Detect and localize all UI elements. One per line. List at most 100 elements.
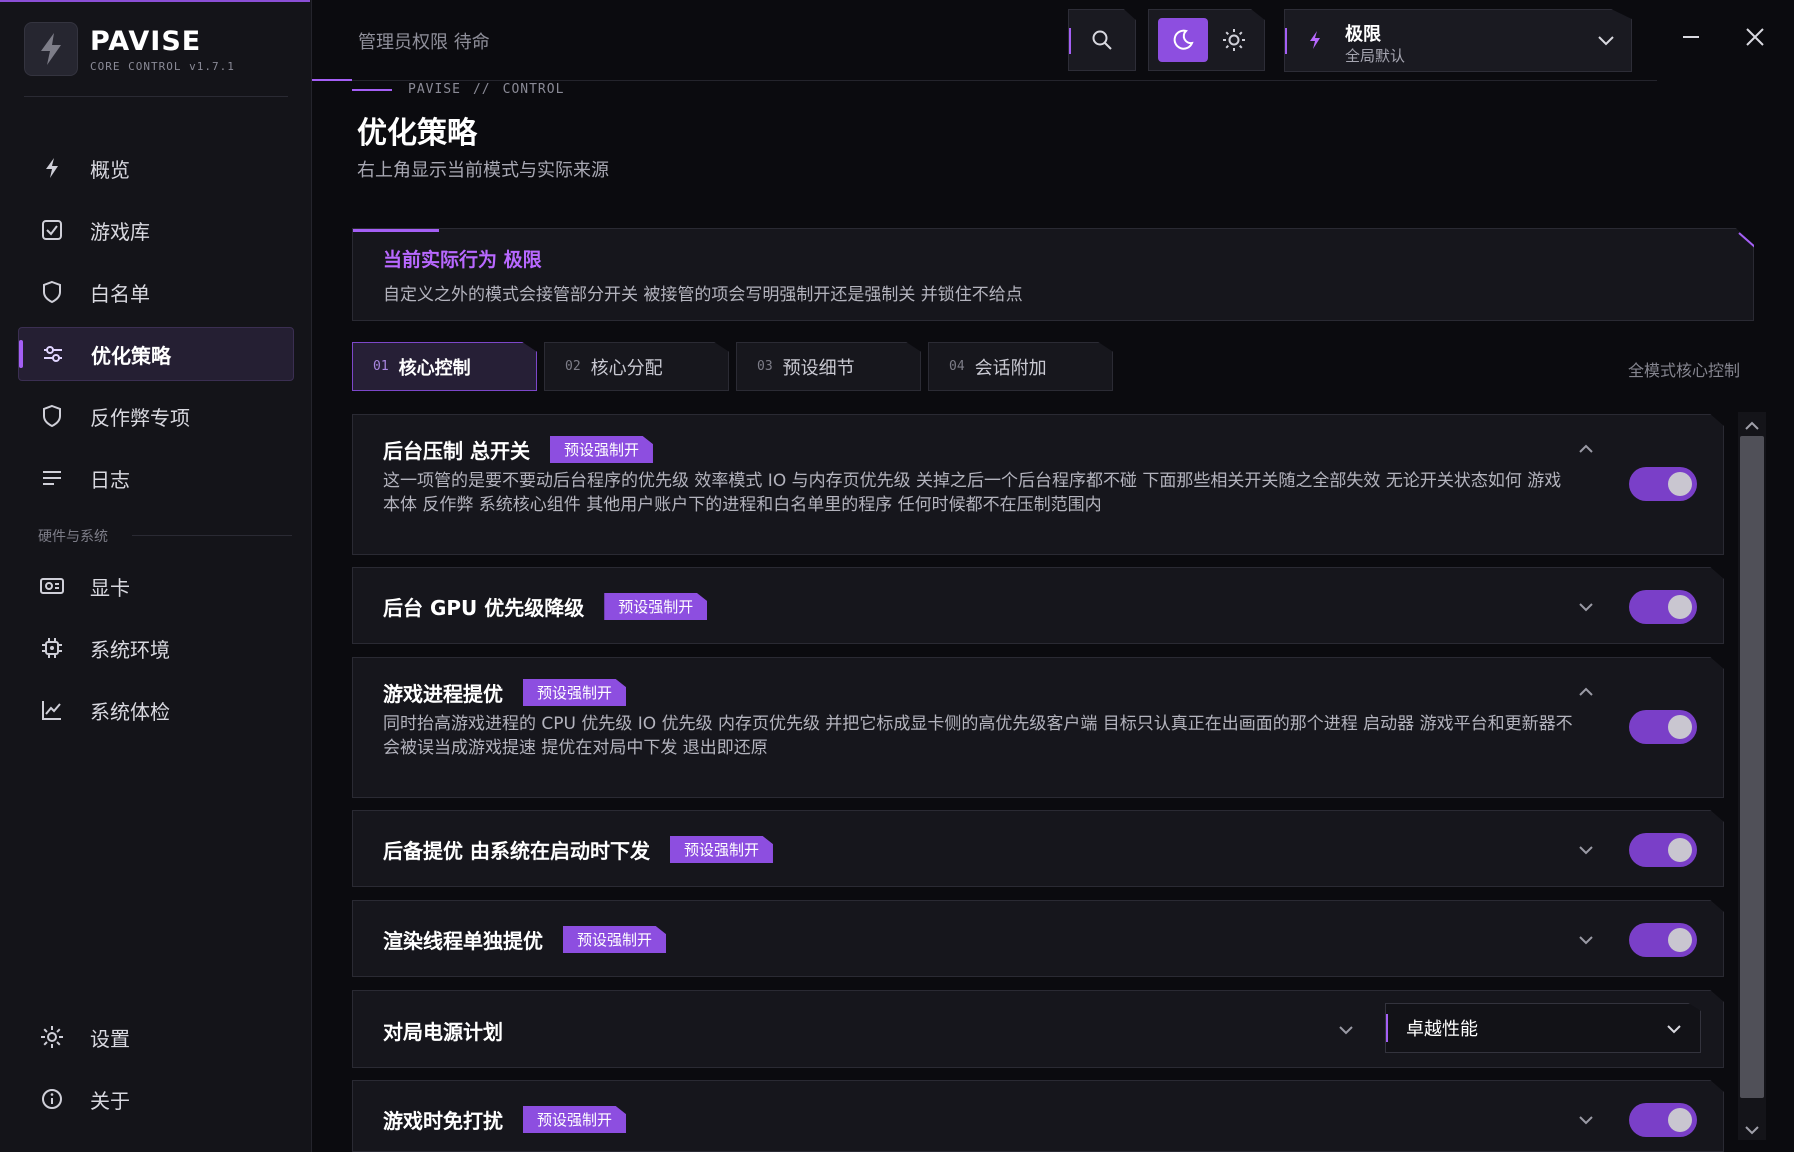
sidebar-item-system-env[interactable]: 系统环境	[18, 621, 294, 675]
sidebar-item-label: 游戏库	[90, 219, 150, 244]
toggle-knob	[1668, 838, 1692, 862]
sun-icon	[1223, 29, 1245, 51]
expand-button[interactable]	[1575, 1109, 1597, 1131]
toggle-switch[interactable]	[1629, 923, 1697, 957]
toggle-switch[interactable]	[1629, 467, 1697, 501]
sidebar-item-label: 关于	[90, 1088, 130, 1113]
expand-button[interactable]	[1575, 929, 1597, 951]
tab-label: 核心分配	[590, 357, 663, 379]
close-button[interactable]	[1740, 22, 1770, 52]
accent-line	[312, 79, 352, 81]
sidebar-item-about[interactable]: 关于	[18, 1072, 294, 1126]
breadcrumb-separator: //	[472, 82, 491, 97]
sidebar-item-whitelist[interactable]: 白名单	[18, 265, 294, 319]
expand-button[interactable]	[1575, 596, 1597, 618]
bolt-logo-icon	[41, 33, 61, 65]
minimize-button[interactable]	[1676, 22, 1706, 52]
status-badge: 预设强制开	[523, 1106, 627, 1133]
sidebar-item-system-check[interactable]: 系统体检	[18, 683, 294, 737]
banner-text: 自定义之外的模式会接管部分开关 被接管的项会写明强制开还是强制关 并锁住不给点	[383, 285, 1023, 305]
corner-accent	[1738, 232, 1754, 248]
scroll-up-button[interactable]	[1744, 416, 1760, 435]
setting-card-fallback-boost: 后备提优 由系统在启动时下发 预设强制开	[352, 810, 1724, 887]
tab-session-extras[interactable]: 04 会话附加	[928, 342, 1113, 391]
sidebar-item-label: 设置	[90, 1026, 130, 1051]
sidebar-item-logs[interactable]: 日志	[18, 451, 294, 505]
setting-card-do-not-disturb: 游戏时免打扰 预设强制开	[352, 1080, 1724, 1152]
tab-number: 04	[949, 359, 965, 374]
tab-number: 01	[373, 359, 389, 374]
app-logo	[24, 22, 78, 76]
tab-core-allocation[interactable]: 02 核心分配	[544, 342, 729, 391]
chevron-down-icon	[1597, 32, 1615, 51]
sidebar-item-game-library[interactable]: 游戏库	[18, 203, 294, 257]
mode-source: 全局默认	[1345, 47, 1406, 65]
gpu-icon	[40, 574, 64, 598]
chart-icon	[40, 698, 64, 722]
card-title: 对局电源计划	[383, 1016, 503, 1045]
sidebar: PAVISE CORE CONTROL v1.7.1 概览 游戏库 白名单 优化…	[0, 0, 312, 1152]
setting-card-gpu-priority: 后台 GPU 优先级降级 预设强制开	[352, 567, 1724, 644]
card-description: 这一项管的是要不要动后台程序的优先级 效率模式 IO 与内存页优先级 关掉之后一…	[383, 471, 1562, 515]
gear-icon	[40, 1025, 64, 1049]
toggle-switch[interactable]	[1629, 833, 1697, 867]
sidebar-item-overview[interactable]: 概览	[18, 141, 294, 195]
setting-card-render-thread: 渲染线程单独提优 预设强制开	[352, 900, 1724, 977]
expand-button[interactable]	[1575, 839, 1597, 861]
sidebar-item-gpu[interactable]: 显卡	[18, 559, 294, 613]
status-badge: 预设强制开	[604, 593, 708, 620]
toggle-switch[interactable]	[1629, 590, 1697, 624]
chevron-down-icon	[1745, 1126, 1759, 1135]
app-name: PAVISE	[90, 25, 202, 57]
select-value: 卓越性能	[1406, 1019, 1478, 1040]
toggle-knob	[1668, 1108, 1692, 1132]
card-title-text: 后台 GPU 优先级降级	[383, 596, 585, 620]
expand-button[interactable]	[1335, 1019, 1357, 1041]
bolt-icon	[40, 156, 64, 180]
theme-switcher	[1148, 9, 1265, 71]
tab-label: 预设细节	[782, 357, 855, 379]
sidebar-item-label: 日志	[90, 467, 130, 492]
sidebar-item-label: 系统体检	[90, 699, 170, 724]
card-description: 同时抬高游戏进程的 CPU 优先级 IO 优先级 内存页优先级 并把它标成显卡侧…	[383, 714, 1573, 758]
tab-preset-details[interactable]: 03 预设细节	[736, 342, 921, 391]
sidebar-item-optimization[interactable]: 优化策略	[18, 327, 294, 381]
card-title-text: 后台压制 总开关	[383, 439, 530, 463]
chevron-down-icon	[1339, 1026, 1353, 1035]
status-banner: 当前实际行为 极限 自定义之外的模式会接管部分开关 被接管的项会写明强制开还是强…	[352, 228, 1754, 321]
sliders-icon	[41, 342, 65, 366]
shield-icon	[40, 404, 64, 428]
mode-selector[interactable]: 极限 全局默认	[1284, 9, 1632, 72]
sidebar-section-label: 硬件与系统	[38, 529, 108, 545]
setting-card-game-boost: 游戏进程提优 预设强制开 同时抬高游戏进程的 CPU 优先级 IO 优先级 内存…	[352, 657, 1724, 798]
scroll-down-button[interactable]	[1744, 1120, 1760, 1139]
scrollbar-thumb[interactable]	[1740, 436, 1764, 1098]
dark-theme-button[interactable]	[1158, 18, 1208, 62]
sidebar-item-anticheat[interactable]: 反作弊专项	[18, 389, 294, 443]
toggle-knob	[1668, 715, 1692, 739]
tab-label: 核心控制	[398, 357, 471, 379]
tab-number: 02	[565, 359, 581, 374]
collapse-button[interactable]	[1575, 681, 1597, 703]
search-icon	[1092, 30, 1112, 50]
toggle-switch[interactable]	[1629, 710, 1697, 744]
divider	[132, 535, 292, 536]
card-title-text: 渲染线程单独提优	[383, 929, 543, 953]
tab-core-control[interactable]: 01 核心控制	[352, 342, 537, 391]
list-icon	[40, 466, 64, 490]
divider	[312, 80, 1657, 81]
info-icon	[40, 1087, 64, 1111]
card-title: 后台 GPU 优先级降级 预设强制开	[383, 592, 708, 621]
chevron-down-icon	[1666, 1019, 1682, 1038]
setting-card-power-plan: 对局电源计划 卓越性能	[352, 990, 1724, 1068]
page-title: 优化策略	[357, 116, 477, 151]
toggle-switch[interactable]	[1629, 1103, 1697, 1137]
sidebar-item-settings[interactable]: 设置	[18, 1010, 294, 1064]
search-button[interactable]	[1068, 9, 1136, 71]
collapse-button[interactable]	[1575, 438, 1597, 460]
power-plan-select[interactable]: 卓越性能	[1385, 1003, 1701, 1053]
breadcrumb: PAVISE // CONTROL	[352, 82, 564, 97]
light-theme-button[interactable]	[1211, 18, 1257, 62]
close-icon	[1746, 28, 1764, 46]
card-title: 后台压制 总开关 预设强制开	[383, 435, 653, 464]
